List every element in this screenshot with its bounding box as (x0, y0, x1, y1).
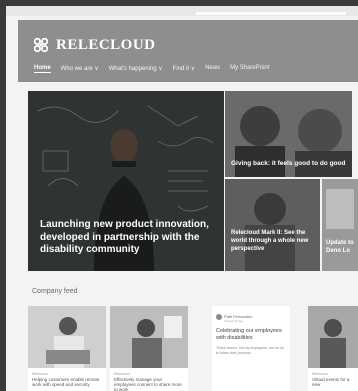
building-photo (322, 179, 358, 271)
tile-mark-ii-title: Relecloud Mark II: See the world through… (231, 230, 309, 252)
card-photo (110, 306, 188, 368)
tile-giving-back[interactable]: Giving back: it feels good to do good (225, 91, 352, 177)
relecloud-logo-icon (33, 37, 49, 53)
company-feed-heading: Company feed (32, 288, 78, 295)
author-avatar (216, 314, 222, 320)
card-photo (28, 306, 106, 368)
feed-card-2[interactable]: Relecloud Effectively manage your employ… (110, 306, 188, 391)
hero-title: Launching new product innovation, develo… (40, 219, 209, 255)
card-title: Virtual events for a new (312, 377, 350, 387)
scroll-indicator (196, 12, 346, 15)
hero-main-tile[interactable]: Launching new product innovation, develo… (28, 91, 224, 271)
nav-who-we-are[interactable]: Who we are ∨ (61, 65, 99, 73)
tile-update-title: Update to Deno Lo (326, 240, 354, 254)
card-site: Relecloud (32, 372, 48, 376)
top-navigation: Home Who we are ∨ What's happening ∨ Fin… (34, 65, 269, 73)
card-site: Relecloud (114, 372, 130, 376)
card-body: These stories, told by employees, are fo… (216, 346, 284, 355)
card-title: Celebrating our employees with disabilit… (216, 328, 282, 341)
card-title: Helping customers enable remote work wit… (32, 377, 100, 387)
site-logo[interactable]: RELECLOUD (32, 36, 156, 54)
person-photo (225, 179, 320, 271)
nav-news[interactable]: News (205, 65, 220, 73)
brand-name: RELECLOUD (56, 36, 156, 53)
browser-top-bar (6, 6, 358, 16)
feed-card-4[interactable]: Relecloud Virtual events for a new (308, 306, 358, 391)
desk-person-photo (110, 306, 188, 368)
sharepoint-screen: RELECLOUD Home Who we are ∨ What's happe… (6, 6, 358, 391)
feed-card-1[interactable]: Relecloud Helping customers enable remot… (28, 306, 106, 391)
feed-card-3[interactable]: Patti Fernandez Posted 5h ago Celebratin… (212, 306, 290, 391)
tile-giving-back-title: Giving back: it feels good to do good (231, 160, 346, 167)
card-site: Relecloud (312, 372, 328, 376)
nav-find-it[interactable]: Find it ∨ (173, 65, 195, 73)
laptop-person-photo (28, 306, 106, 368)
card-title: Effectively manage your employees connec… (114, 377, 182, 391)
card-photo (308, 306, 358, 368)
nav-home[interactable]: Home (34, 65, 51, 73)
nav-my-sharepoint[interactable]: My SharePoint (230, 65, 269, 73)
nav-whats-happening[interactable]: What's happening ∨ (109, 65, 163, 73)
post-time: Posted 5h ago (224, 319, 244, 323)
tile-mark-ii[interactable]: Relecloud Mark II: See the world through… (225, 179, 320, 271)
event-photo (308, 306, 358, 368)
site-header: RELECLOUD Home Who we are ∨ What's happe… (18, 20, 358, 82)
tile-update[interactable]: Update to Deno Lo (322, 179, 358, 271)
